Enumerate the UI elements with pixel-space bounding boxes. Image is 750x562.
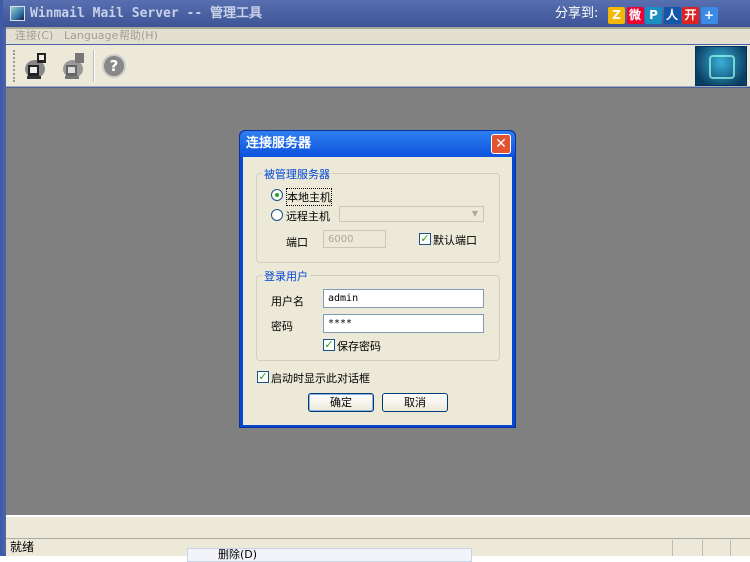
- default-port-checkbox[interactable]: ✓: [419, 233, 431, 245]
- user-group: 登录用户 用户名 admin 密码 **** ✓ 保存密码: [256, 268, 500, 361]
- menu-item-delete[interactable]: 删除(D): [218, 549, 257, 561]
- user-group-label: 登录用户: [262, 268, 310, 284]
- username-label: 用户名: [271, 295, 304, 308]
- context-menu: 删除(D): [187, 548, 472, 562]
- remote-host-radio[interactable]: [271, 209, 283, 221]
- show-on-startup-label: 启动时显示此对话框: [271, 372, 370, 385]
- help-icon[interactable]: ?: [100, 51, 128, 81]
- local-host-label: 本地主机: [286, 188, 332, 206]
- svg-text:?: ?: [110, 57, 119, 75]
- server-group: 被管理服务器 本地主机 远程主机 ▼ 端口 6000 ✓ 默认端口: [256, 166, 500, 263]
- menu-connect[interactable]: 连接(C): [15, 29, 53, 43]
- dialog-title-bar: 连接服务器 ✕: [240, 131, 515, 157]
- ok-button[interactable]: 确定: [308, 393, 374, 412]
- server-group-label: 被管理服务器: [262, 166, 332, 182]
- tencent-weibo-icon[interactable]: P: [645, 7, 662, 24]
- toolbar: ?: [6, 45, 750, 87]
- port-input[interactable]: 6000: [323, 230, 386, 248]
- status-text: 就绪: [10, 540, 35, 554]
- status-cell: [730, 540, 731, 556]
- password-label: 密码: [271, 320, 293, 333]
- chevron-down-icon: ▼: [471, 209, 479, 218]
- kaixin-icon[interactable]: 开: [682, 7, 699, 24]
- connect-server-dialog: 连接服务器 ✕ 被管理服务器 本地主机 远程主机 ▼ 端口 6000 ✓ 默认端…: [239, 130, 516, 428]
- disconnect-server-icon[interactable]: [60, 51, 88, 81]
- save-password-label: 保存密码: [337, 340, 381, 353]
- password-input[interactable]: ****: [323, 314, 484, 333]
- connect-server-icon[interactable]: [23, 51, 51, 81]
- window-title: Winmail Mail Server -- 管理工具: [30, 6, 263, 21]
- weibo-icon[interactable]: 微: [626, 7, 644, 24]
- port-label: 端口: [286, 236, 308, 249]
- qzone-icon[interactable]: Z: [608, 7, 625, 24]
- username-input[interactable]: admin: [323, 289, 484, 308]
- default-port-label: 默认端口: [433, 234, 477, 247]
- toolbar-grip[interactable]: [13, 50, 16, 82]
- toolbar-separator: [93, 50, 95, 82]
- status-cell: [672, 540, 673, 556]
- title-bar: Winmail Mail Server -- 管理工具 分享到: Z 微 P 人开 +: [3, 0, 750, 27]
- bottom-panel: [6, 515, 750, 538]
- more-share-icon[interactable]: +: [700, 7, 718, 24]
- cancel-button[interactable]: 取消: [382, 393, 448, 412]
- renren-icon[interactable]: 人: [663, 7, 681, 24]
- show-on-startup-checkbox[interactable]: ✓: [257, 371, 269, 383]
- share-label: 分享到:: [555, 6, 599, 21]
- menu-language[interactable]: Language: [64, 29, 118, 43]
- menu-help[interactable]: 帮助(H): [119, 29, 158, 43]
- remote-host-label: 远程主机: [286, 210, 330, 223]
- local-host-radio[interactable]: [271, 189, 283, 201]
- status-cell: [702, 540, 703, 556]
- save-password-checkbox[interactable]: ✓: [323, 339, 335, 351]
- app-icon: [10, 6, 25, 21]
- winmail-logo: [695, 46, 747, 86]
- remote-host-select[interactable]: ▼: [339, 206, 484, 222]
- close-button[interactable]: ✕: [491, 134, 511, 154]
- dialog-title: 连接服务器: [246, 136, 312, 151]
- menu-bar: 连接(C) Language 帮助(H): [6, 27, 750, 44]
